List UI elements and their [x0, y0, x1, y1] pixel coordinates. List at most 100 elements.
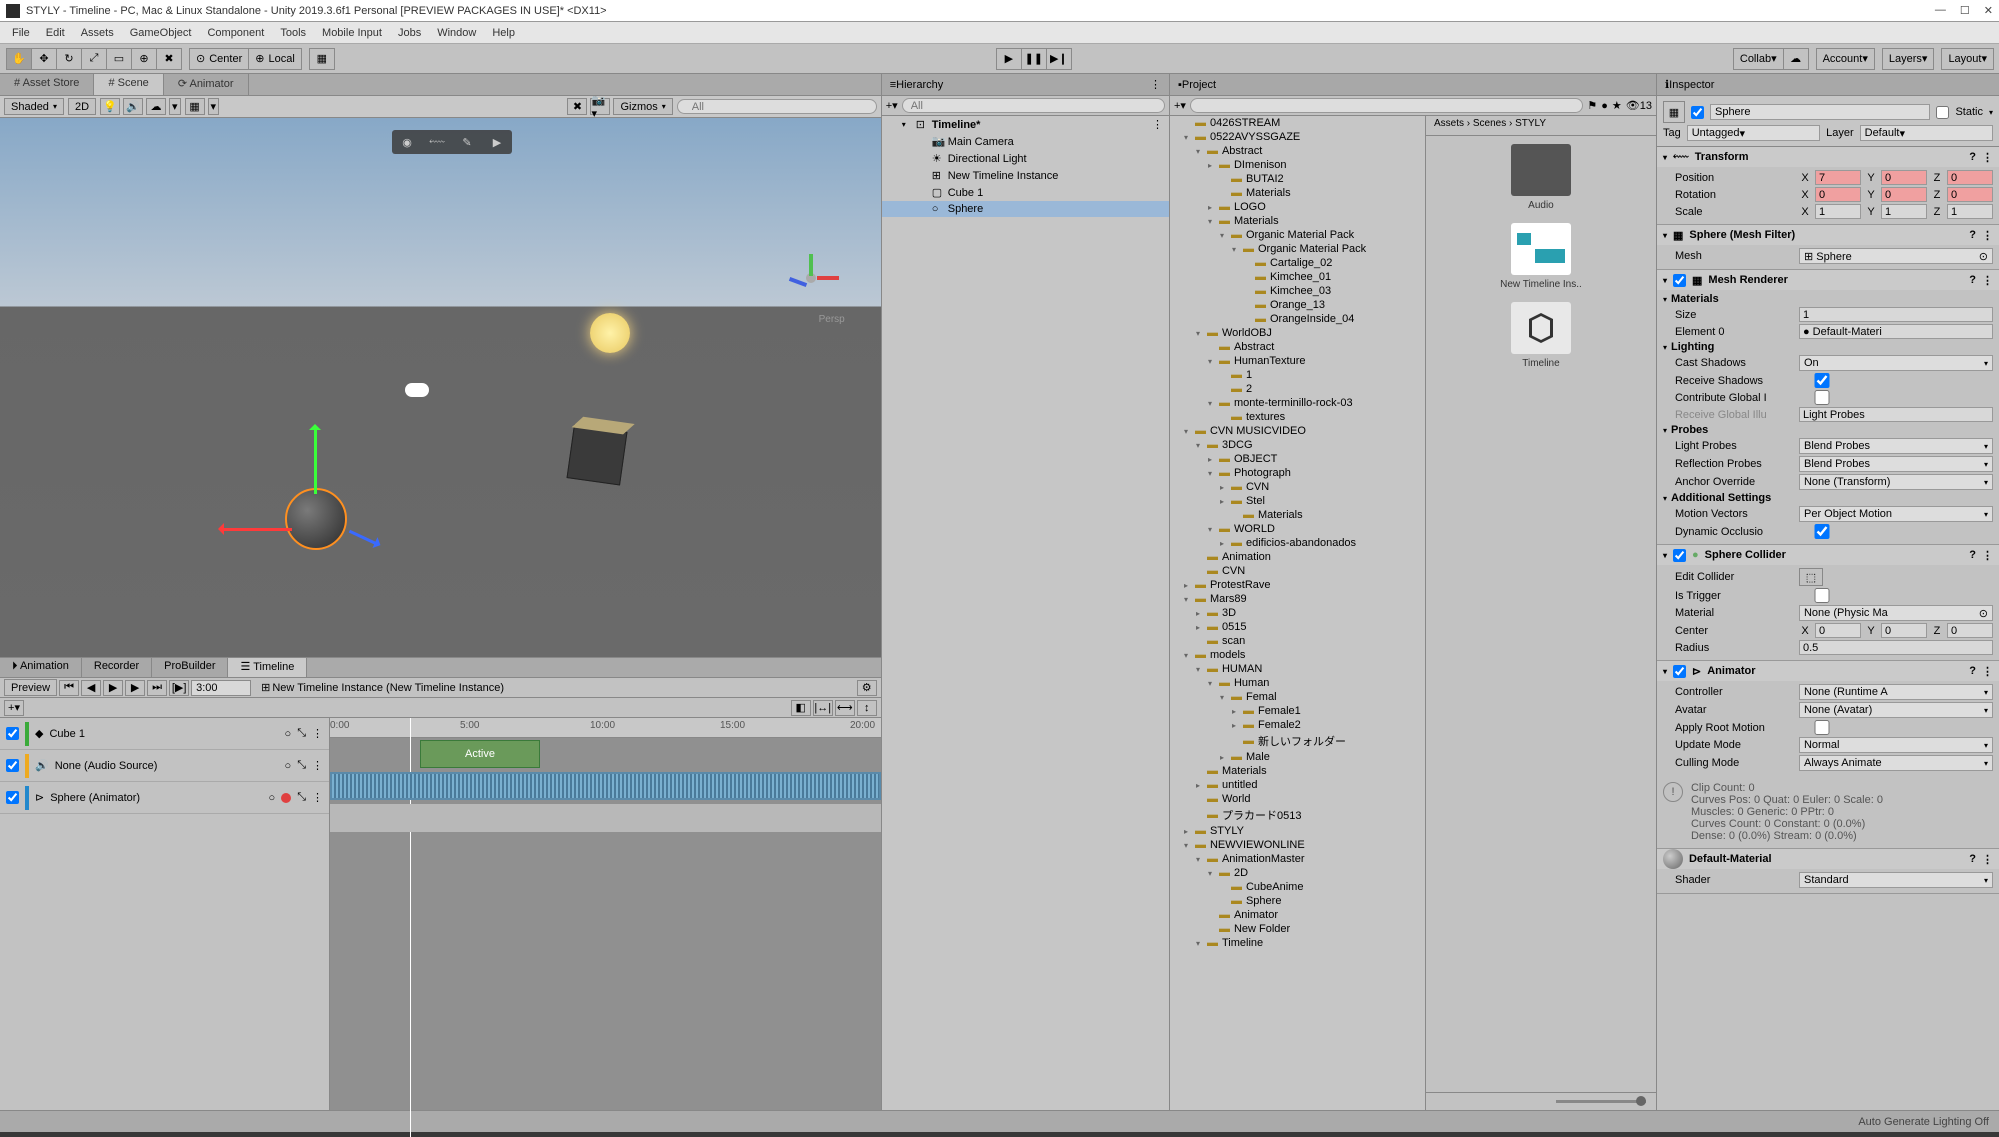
project-tree-item[interactable]: ▸▬ProtestRave — [1170, 578, 1425, 592]
close-button[interactable]: ✕ — [1984, 4, 1993, 17]
project-tree-item[interactable]: ▬2 — [1170, 382, 1425, 396]
project-tree-item[interactable]: ▬0426STREAM — [1170, 116, 1425, 130]
y-field[interactable] — [1881, 204, 1927, 219]
scene-tab[interactable]: # Asset Store — [0, 74, 94, 95]
timeline-play[interactable]: ▶ — [103, 680, 123, 696]
project-tree-item[interactable]: ▬プラカード0513 — [1170, 806, 1425, 824]
project-tree-item[interactable]: ▾▬models — [1170, 648, 1425, 662]
project-breadcrumb[interactable]: Assets › Scenes › STYLY — [1426, 116, 1656, 136]
project-tree-item[interactable]: ▬OrangeInside_04 — [1170, 312, 1425, 326]
timeline-track[interactable]: ⊳Sphere (Animator)○⤡⋮ — [0, 782, 329, 814]
audio-icon[interactable]: 🔊 — [123, 98, 143, 115]
scale-tool[interactable]: ⤢ — [81, 48, 107, 70]
project-tree-item[interactable]: ▬textures — [1170, 410, 1425, 424]
project-grid-slider[interactable] — [1426, 1092, 1656, 1110]
timeline-track[interactable]: ◆Cube 1○⤡⋮ — [0, 718, 329, 750]
transform-tool[interactable]: ⊕ — [131, 48, 157, 70]
scene-cam-icon[interactable]: ✖ — [567, 98, 587, 115]
step-button[interactable]: ▶❙ — [1046, 48, 1072, 70]
rect-tool[interactable]: ▭ — [106, 48, 132, 70]
x-field[interactable] — [1815, 170, 1861, 185]
scene-viewport[interactable]: ◉⬳✎▶ Persp — [0, 118, 881, 657]
menu-mobile-input[interactable]: Mobile Input — [314, 25, 390, 41]
project-tree-item[interactable]: ▸▬3D — [1170, 606, 1425, 620]
snap-icon[interactable]: ▦ — [309, 48, 335, 70]
active-clip[interactable]: Active — [420, 740, 540, 768]
maximize-button[interactable]: ☐ — [1960, 4, 1970, 17]
z-axis-arrow[interactable] — [349, 530, 377, 545]
scene-tab[interactable]: ⟳ Animator — [164, 74, 249, 95]
menu-edit[interactable]: Edit — [38, 25, 73, 41]
project-tree-item[interactable]: ▸▬edificios-abandonados — [1170, 536, 1425, 550]
rotate-tool[interactable]: ↻ — [56, 48, 82, 70]
project-tree-item[interactable]: ▬New Folder — [1170, 922, 1425, 936]
account-dropdown[interactable]: Account▾ — [1816, 48, 1875, 70]
component-menu-icon[interactable]: ⋮ — [1982, 151, 1993, 164]
project-tree-item[interactable]: ▸▬0515 — [1170, 620, 1425, 634]
y-field[interactable] — [1881, 187, 1927, 202]
project-tree-item[interactable]: ▾▬HumanTexture — [1170, 354, 1425, 368]
project-grid-item[interactable]: New Timeline Ins.. — [1496, 223, 1586, 290]
project-tree-item[interactable]: ▬Kimchee_03 — [1170, 284, 1425, 298]
project-tree-item[interactable]: ▬Animator — [1170, 908, 1425, 922]
shading-dropdown[interactable]: Shaded▾ — [4, 98, 64, 115]
project-tree-item[interactable]: ▾▬WORLD — [1170, 522, 1425, 536]
minimize-button[interactable]: — — [1935, 4, 1946, 17]
project-tree-item[interactable]: ▸▬OBJECT — [1170, 452, 1425, 466]
grid-icon[interactable]: ▦ — [185, 98, 205, 115]
project-tree-item[interactable]: ▸▬untitled — [1170, 778, 1425, 792]
project-tree-item[interactable]: ▬World — [1170, 792, 1425, 806]
layout-dropdown[interactable]: Layout▾ — [1941, 48, 1994, 70]
pause-button[interactable]: ❚❚ — [1021, 48, 1047, 70]
sphere-object[interactable] — [285, 488, 347, 550]
project-tree-item[interactable]: ▬Orange_13 — [1170, 298, 1425, 312]
scene-float-btn[interactable]: ✎ — [452, 130, 482, 154]
menu-help[interactable]: Help — [484, 25, 523, 41]
z-field[interactable] — [1947, 187, 1993, 202]
project-tree-item[interactable]: ▾▬3DCG — [1170, 438, 1425, 452]
project-tree-item[interactable]: ▾▬Abstract — [1170, 144, 1425, 158]
x-field[interactable] — [1815, 204, 1861, 219]
scene-tab[interactable]: # Scene — [94, 74, 163, 95]
project-tree-item[interactable]: ▸▬DImenison — [1170, 158, 1425, 172]
cloud-icon[interactable]: ☁ — [1783, 48, 1809, 70]
tl-snap1[interactable]: |↔| — [813, 700, 833, 716]
project-tree-item[interactable]: ▾▬Human — [1170, 676, 1425, 690]
project-search[interactable] — [1190, 98, 1583, 113]
project-grid-item[interactable]: Timeline — [1496, 302, 1586, 369]
bottom-tab[interactable]: ☰ Timeline — [228, 658, 307, 677]
tl-snap3[interactable]: ↕ — [857, 700, 877, 716]
project-tree-item[interactable]: ▬新しいフォルダー — [1170, 732, 1425, 750]
bottom-tab[interactable]: Recorder — [82, 658, 152, 677]
project-tree-item[interactable]: ▾▬Organic Material Pack — [1170, 228, 1425, 242]
project-tree-item[interactable]: ▬scan — [1170, 634, 1425, 648]
project-tree-item[interactable]: ▸▬LOGO — [1170, 200, 1425, 214]
layers-dropdown[interactable]: Layers▾ — [1882, 48, 1935, 70]
menu-component[interactable]: Component — [199, 25, 272, 41]
shader-dropdown[interactable]: Standard▾ — [1799, 872, 1993, 888]
gizmos-dropdown[interactable]: Gizmos▾ — [613, 98, 672, 115]
z-field[interactable] — [1947, 170, 1993, 185]
hidden-count[interactable]: 👁13 — [1626, 99, 1652, 112]
project-tree-item[interactable]: ▬Sphere — [1170, 894, 1425, 908]
hierarchy-item[interactable]: ○Sphere — [882, 201, 1169, 217]
project-tree-item[interactable]: ▾▬Mars89 — [1170, 592, 1425, 606]
project-tree-item[interactable]: ▾▬Timeline — [1170, 936, 1425, 950]
audio-clip[interactable] — [330, 772, 881, 800]
project-tree-item[interactable]: ▾▬CVN MUSICVIDEO — [1170, 424, 1425, 438]
project-grid-item[interactable]: Audio — [1496, 144, 1586, 211]
preview-button[interactable]: Preview — [4, 679, 57, 696]
play-button[interactable]: ▶ — [996, 48, 1022, 70]
hand-tool[interactable]: ✋ — [6, 48, 32, 70]
timeline-prev[interactable]: ◀ — [81, 680, 101, 696]
timeline-range[interactable]: [▶] — [169, 680, 189, 696]
menu-window[interactable]: Window — [429, 25, 484, 41]
timeline-first[interactable]: ⏮ — [59, 680, 79, 696]
edit-collider-button[interactable]: ⬚ — [1799, 568, 1823, 586]
timeline-next[interactable]: ▶ — [125, 680, 145, 696]
project-tree-item[interactable]: ▾▬Femal — [1170, 690, 1425, 704]
project-tree-item[interactable]: ▬Materials — [1170, 186, 1425, 200]
timeline-time-field[interactable] — [191, 680, 251, 696]
timeline-track[interactable]: 🔊None (Audio Source)○⤡⋮ — [0, 750, 329, 782]
y-axis-arrow[interactable] — [314, 428, 317, 494]
